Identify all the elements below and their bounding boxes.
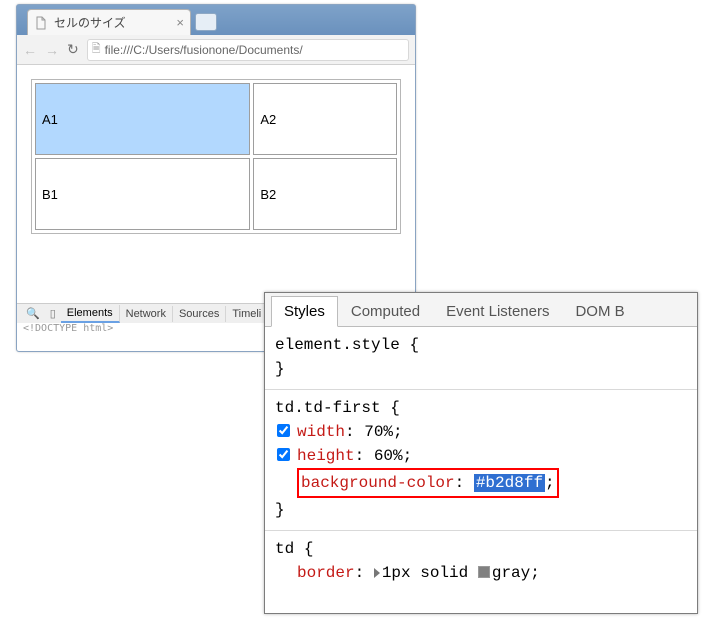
brace-close: } (275, 360, 285, 378)
devtools-tab-timeline[interactable]: Timeli (226, 306, 268, 322)
property-name: width (297, 423, 345, 441)
declaration[interactable]: height: 60%; (275, 444, 687, 468)
property-name: height (297, 447, 355, 465)
tab-styles[interactable]: Styles (271, 296, 338, 327)
cell-a1: A1 (35, 83, 250, 155)
reload-button[interactable]: ↻ (67, 41, 79, 58)
devtools-tab-sources[interactable]: Sources (173, 306, 226, 322)
tab-strip: セルのサイズ × (17, 5, 415, 35)
table-row: A1 A2 (35, 83, 397, 155)
declaration[interactable]: width: 70%; (275, 420, 687, 444)
url-text: file:///C:/Users/fusionone/Documents/ (105, 43, 303, 57)
device-icon[interactable]: ▯ (45, 307, 61, 320)
back-button[interactable]: ← (23, 42, 37, 58)
table-row: B1 B2 (35, 158, 397, 230)
toggle-checkbox[interactable] (277, 448, 290, 461)
declaration[interactable]: border: 1px solid gray; (275, 561, 687, 585)
selector-text: element.style (275, 336, 400, 354)
rules-list: element.style { } td.td-first { width: 7… (265, 327, 697, 613)
devtools-tab-network[interactable]: Network (120, 306, 173, 322)
styles-tabbar: Styles Computed Event Listeners DOM B (265, 293, 697, 327)
expand-shorthand-icon[interactable] (374, 568, 380, 578)
browser-tab[interactable]: セルのサイズ × (27, 9, 191, 35)
file-origin-icon: 🗎 (92, 40, 101, 59)
brace-open: { (409, 336, 419, 354)
property-name: border (297, 564, 355, 582)
tab-title: セルのサイズ (54, 14, 126, 31)
search-icon[interactable]: 🔍 (21, 307, 45, 320)
color-swatch-icon[interactable] (478, 566, 490, 578)
doctype-text: <!DOCTYPE html> (23, 323, 113, 334)
devtools-tab-elements[interactable]: Elements (61, 305, 120, 323)
cell-b2: B2 (253, 158, 397, 230)
new-tab-button[interactable] (195, 13, 217, 31)
property-name: background-color (301, 474, 455, 492)
rule-element-style[interactable]: element.style { } (265, 327, 697, 390)
selector-text: td.td-first (275, 399, 381, 417)
property-value: 60% (374, 447, 403, 465)
toggle-checkbox[interactable] (277, 424, 290, 437)
demo-table: A1 A2 B1 B2 (31, 79, 401, 234)
highlight-box: background-color: #b2d8ff; (297, 468, 559, 498)
browser-toolbar: ← → ↻ 🗎 file:///C:/Users/fusionone/Docum… (17, 35, 415, 65)
brace-open: { (304, 540, 314, 558)
brace-open: { (390, 399, 400, 417)
close-icon[interactable]: × (176, 15, 184, 30)
rule-td-first[interactable]: td.td-first { width: 70%; height: 60%; b… (265, 390, 697, 531)
rule-td[interactable]: td { border: 1px solid gray; (265, 531, 697, 593)
tab-event-listeners[interactable]: Event Listeners (433, 296, 562, 327)
styles-panel: Styles Computed Event Listeners DOM B el… (264, 292, 698, 614)
omnibox[interactable]: 🗎 file:///C:/Users/fusionone/Documents/ (87, 39, 409, 61)
page-icon (34, 16, 48, 30)
cell-b1: B1 (35, 158, 250, 230)
tab-computed[interactable]: Computed (338, 296, 433, 327)
property-value: 70% (364, 423, 393, 441)
cell-a2: A2 (253, 83, 397, 155)
tab-dom[interactable]: DOM B (562, 296, 637, 327)
page-viewport: A1 A2 B1 B2 (17, 65, 415, 248)
color-name: gray (492, 564, 530, 582)
brace-close: } (275, 501, 285, 519)
property-value-selected[interactable]: #b2d8ff (474, 474, 545, 492)
selector-text: td (275, 540, 294, 558)
declaration-highlighted[interactable]: background-color: #b2d8ff; (275, 468, 687, 498)
property-value: 1px solid (382, 564, 468, 582)
forward-button[interactable]: → (45, 42, 59, 58)
